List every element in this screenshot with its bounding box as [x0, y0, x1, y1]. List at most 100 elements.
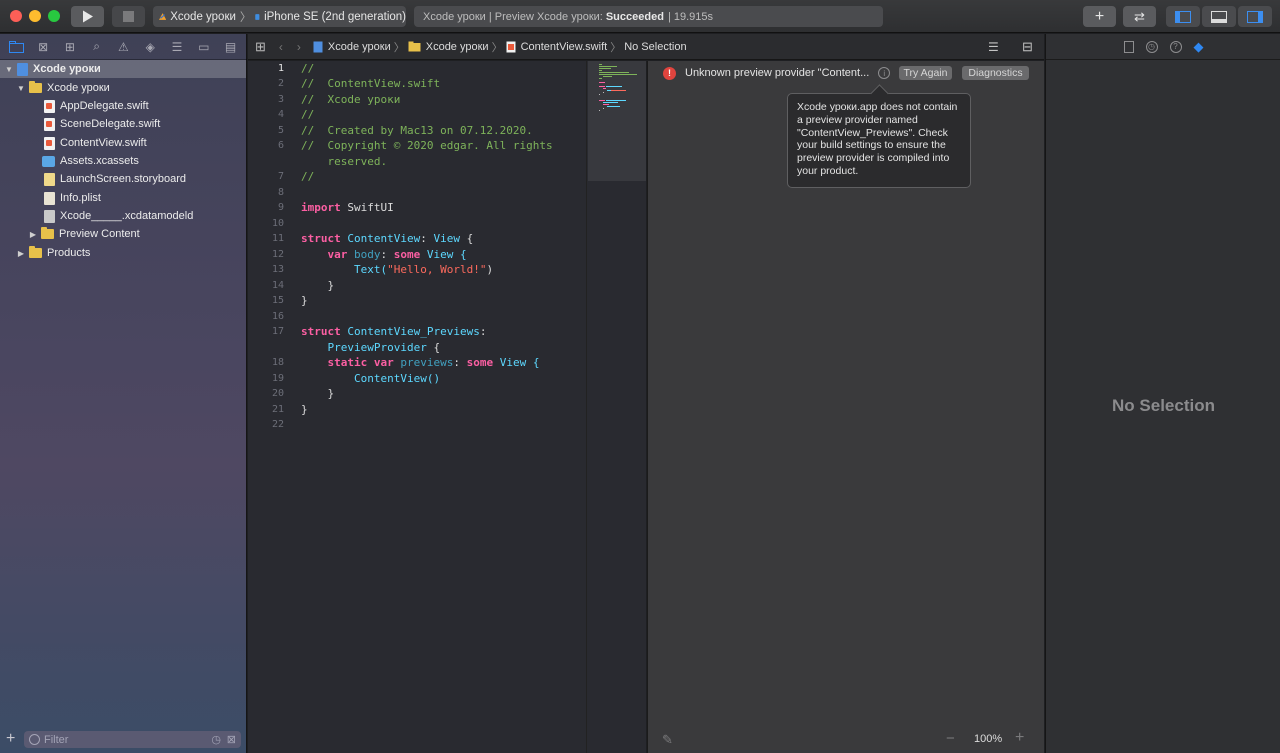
- run-button[interactable]: [71, 6, 104, 27]
- tree-item-file[interactable]: Info.plist: [0, 189, 246, 207]
- test-diamond-icon[interactable]: ◈: [143, 40, 158, 54]
- line-number-gutter: 1 2 3 4 5 6 7 8 9 10 11 12 13 14 15 16 1…: [248, 61, 288, 753]
- disclosure-open-icon[interactable]: ▼: [16, 84, 26, 93]
- symbol-navigator-icon[interactable]: ⊞: [62, 40, 77, 54]
- disclosure-closed-icon[interactable]: ▶: [28, 230, 38, 239]
- related-items-grid-icon[interactable]: ⊞: [255, 39, 266, 55]
- inspector-empty-state: No Selection: [1112, 396, 1215, 415]
- tree-item-file[interactable]: Assets.xcassets: [0, 152, 246, 170]
- code-call: Text(: [353, 263, 388, 276]
- code-type: PreviewProvider: [327, 341, 427, 354]
- issue-warning-icon[interactable]: ⚠: [116, 40, 131, 54]
- tree-item-group[interactable]: ▶ Products: [0, 244, 246, 262]
- code-property: body: [354, 248, 381, 261]
- tree-item-file[interactable]: AppDelegate.swift: [0, 97, 246, 115]
- tree-item-label: SceneDelegate.swift: [60, 118, 161, 130]
- code-line: // Created by Mac13 on 07.12.2020.: [301, 124, 533, 137]
- device-label: iPhone SE (2nd generation): [264, 10, 406, 23]
- file-inspector-icon[interactable]: [1123, 40, 1134, 53]
- breadcrumb-symbol[interactable]: No Selection: [624, 41, 686, 53]
- report-bubble-icon[interactable]: ▤: [223, 40, 238, 54]
- try-again-button[interactable]: Try Again: [899, 66, 952, 80]
- forward-chevron-icon[interactable]: ›: [297, 40, 301, 54]
- debug-list-icon[interactable]: ☰: [169, 40, 184, 54]
- scheme-selector[interactable]: Xcode уроки 〉 iPhone SE (2nd generation): [153, 6, 406, 27]
- library-button[interactable]: +: [1083, 6, 1116, 27]
- inspector-tabs: ◷ ? ◆: [1046, 34, 1280, 60]
- tree-item-project[interactable]: ▼ Xcode уроки: [0, 60, 246, 78]
- play-icon: [82, 10, 93, 23]
- code-line: }: [301, 294, 308, 307]
- tree-item-file[interactable]: Xcode_____.xcdatamodeld: [0, 207, 246, 225]
- code-brace: }: [327, 279, 335, 292]
- breakpoint-icon[interactable]: ▭: [196, 40, 211, 54]
- code-keyword: import: [301, 201, 341, 214]
- zoom-in-icon[interactable]: +: [1015, 729, 1024, 747]
- find-icon[interactable]: ⌕: [89, 39, 104, 54]
- filter-placeholder: Filter: [44, 733, 69, 746]
- back-chevron-icon[interactable]: ‹: [279, 40, 283, 54]
- toggle-debug-area-button[interactable]: [1202, 6, 1236, 27]
- history-inspector-icon[interactable]: ◷: [1145, 40, 1158, 53]
- code-line: struct ContentView_Previews:: [301, 325, 487, 338]
- line-number: 20: [271, 388, 284, 399]
- breadcrumb-group[interactable]: Xcode уроки: [426, 41, 489, 53]
- minimap[interactable]: [586, 61, 646, 753]
- disclosure-open-icon[interactable]: ▼: [4, 65, 14, 74]
- source-control-icon[interactable]: ⊠: [36, 40, 51, 54]
- disclosure-closed-icon[interactable]: ▶: [16, 249, 26, 258]
- toggle-inspector-button[interactable]: [1238, 6, 1272, 27]
- pin-icon[interactable]: ✎: [662, 732, 673, 748]
- line-number: 4: [277, 109, 284, 120]
- line-number: 1: [277, 63, 284, 74]
- breadcrumb-project[interactable]: Xcode уроки: [328, 41, 391, 53]
- stop-button[interactable]: [112, 6, 145, 27]
- activity-status: Succeeded: [605, 10, 664, 23]
- folder-navigator-icon[interactable]: [8, 40, 24, 54]
- quick-help-icon[interactable]: ?: [1169, 40, 1182, 53]
- tree-item-label: LaunchScreen.storyboard: [60, 173, 186, 185]
- swift-file-icon: [506, 41, 516, 52]
- add-file-button[interactable]: +: [6, 731, 15, 747]
- code-type: View {: [426, 248, 467, 261]
- attributes-inspector-icon[interactable]: ◆: [1194, 39, 1204, 55]
- code-type: View {: [499, 356, 540, 369]
- tree-item-file[interactable]: ContentView.swift: [0, 134, 246, 152]
- project-file-icon: [313, 41, 323, 52]
- line-number: 17: [271, 326, 284, 337]
- toggle-navigator-button[interactable]: [1166, 6, 1200, 27]
- navigator-tabs: ⊠ ⊞ ⌕ ⚠ ◈ ☰ ▭ ▤: [0, 34, 247, 60]
- breadcrumb-separator-icon: 〉: [491, 41, 503, 54]
- add-editor-icon[interactable]: ⊟: [1022, 39, 1033, 55]
- recent-files-icon[interactable]: ◷: [211, 733, 221, 746]
- minimize-window-button[interactable]: [29, 10, 41, 22]
- code-line: Text("Hello, World!"): [301, 263, 493, 276]
- project-navigator: ⊠ ⊞ ⌕ ⚠ ◈ ☰ ▭ ▤ ▼ Xcode уроки ▼ Xcode ур…: [0, 34, 247, 753]
- inspector-pane: ◷ ? ◆ No Selection: [1045, 34, 1280, 753]
- code-review-button[interactable]: ⇄: [1123, 6, 1156, 27]
- zoom-window-button[interactable]: [48, 10, 60, 22]
- tree-item-label: Xcode_____.xcdatamodeld: [60, 210, 194, 222]
- breadcrumb-file[interactable]: ContentView.swift: [521, 41, 608, 53]
- source-control-filter-icon[interactable]: ⊠: [227, 733, 236, 746]
- preview-canvas: ! Unknown preview provider "Content... i…: [647, 61, 1044, 753]
- source-editor[interactable]: 1 2 3 4 5 6 7 8 9 10 11 12 13 14 15 16 1…: [248, 61, 586, 753]
- code-string: "Hello, World!": [387, 263, 487, 276]
- stop-icon: [123, 11, 134, 22]
- zoom-level: 100%: [974, 733, 1003, 745]
- filter-field[interactable]: Filter ◷ ⊠: [24, 731, 241, 748]
- code-identifier: SwiftUI: [347, 201, 394, 214]
- tree-item-file[interactable]: LaunchScreen.storyboard: [0, 170, 246, 188]
- tree-item-group[interactable]: ▶ Preview Content: [0, 225, 246, 243]
- tree-item-group[interactable]: ▼ Xcode уроки: [0, 79, 246, 97]
- tree-item-file[interactable]: SceneDelegate.swift: [0, 115, 246, 133]
- info-icon[interactable]: i: [878, 67, 891, 79]
- line-number: 6: [277, 140, 284, 151]
- line-number: 16: [271, 311, 284, 322]
- error-icon: !: [663, 66, 676, 80]
- diagnostics-button[interactable]: Diagnostics: [962, 66, 1029, 80]
- zoom-out-icon[interactable]: −: [946, 730, 955, 747]
- close-window-button[interactable]: [10, 10, 22, 22]
- folder-icon: [29, 81, 42, 93]
- editor-options-icon[interactable]: ☰: [988, 40, 999, 54]
